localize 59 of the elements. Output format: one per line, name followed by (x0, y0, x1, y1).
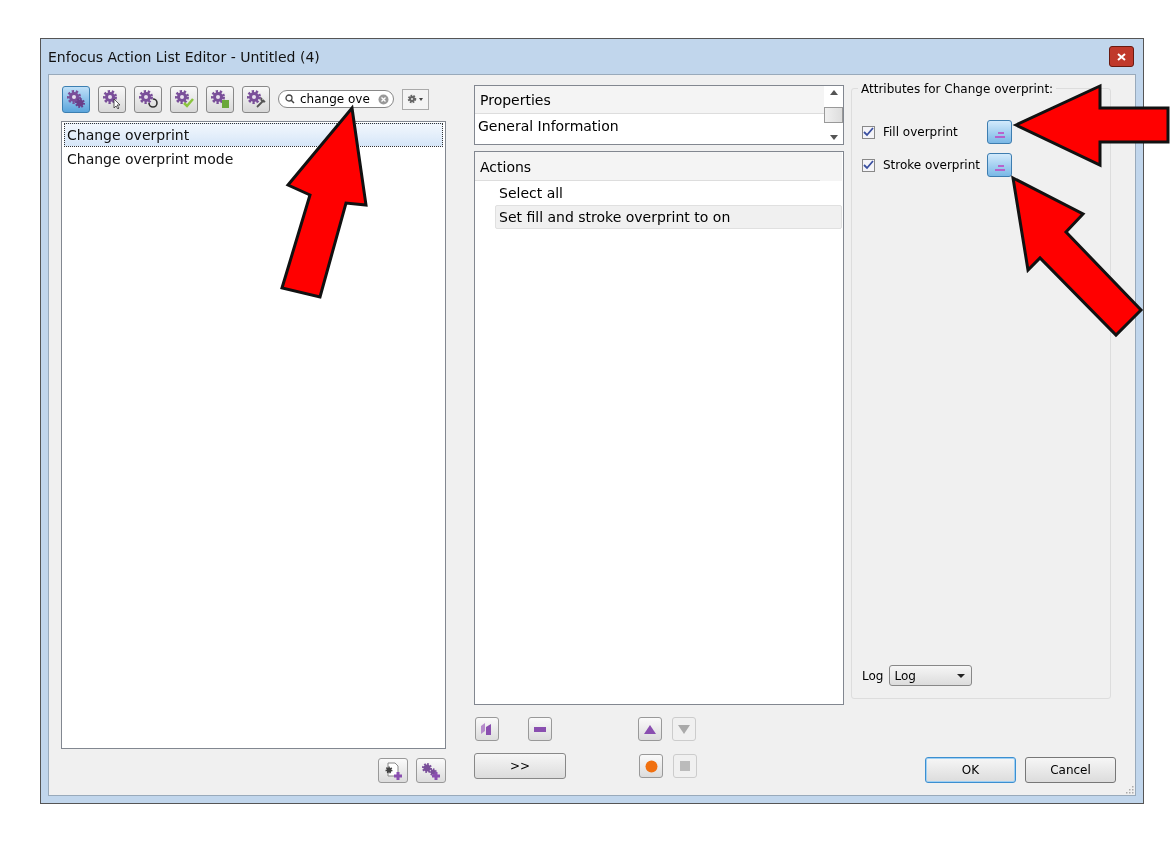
gears-plus-icon (421, 761, 441, 780)
transfer-button[interactable]: >> (474, 753, 566, 779)
property-item[interactable]: General Information (475, 114, 824, 140)
action-item[interactable]: Select all (495, 181, 842, 205)
search-field[interactable]: change ove (278, 90, 394, 108)
result-item[interactable]: Change overprint (64, 123, 443, 147)
clear-icon[interactable] (378, 93, 389, 105)
gears-icon (66, 89, 86, 109)
move-up-button[interactable] (638, 717, 662, 741)
gear-info-icon (210, 89, 230, 109)
duplicate-icon (480, 722, 494, 736)
record-button[interactable] (639, 754, 663, 778)
gear-check-icon (174, 89, 194, 109)
remove-button[interactable] (528, 717, 552, 741)
search-icon (285, 94, 295, 104)
gear-caret-icon (406, 94, 425, 104)
up-triangle-icon (644, 724, 656, 734)
checkbox[interactable] (862, 125, 875, 139)
gear-wrench-icon (246, 89, 266, 109)
attribute-button[interactable] (987, 120, 1012, 144)
close-button[interactable] (1109, 46, 1134, 67)
toolbar-button[interactable] (134, 85, 162, 113)
gear-cycle-icon (138, 89, 158, 109)
log-label: Log (862, 668, 884, 683)
scroll-up-icon[interactable] (829, 90, 838, 95)
down-triangle-icon (678, 724, 690, 734)
toolbar-button[interactable] (98, 85, 126, 113)
window-title: Enfocus Action List Editor - Untitled (4) (48, 48, 320, 65)
cancel-button[interactable]: Cancel (1025, 757, 1116, 783)
duplicate-button[interactable] (475, 717, 499, 741)
toolbar-button[interactable] (62, 85, 90, 113)
minus-icon (534, 726, 546, 732)
toolbar-button[interactable] (242, 85, 270, 113)
add-gears-button[interactable] (416, 758, 446, 783)
close-icon (1117, 52, 1126, 61)
properties-header[interactable]: Properties (475, 86, 824, 114)
new-document-button[interactable] (378, 758, 408, 783)
lines-icon (993, 132, 1006, 138)
attribute-button[interactable] (987, 153, 1012, 177)
gear-cursor-icon (102, 89, 122, 109)
lines-icon (993, 165, 1006, 171)
log-dropdown[interactable]: Log (889, 665, 973, 686)
checkbox-label: Fill overprint (883, 125, 959, 139)
resize-grip-icon[interactable] (1124, 784, 1134, 794)
action-item[interactable]: Set fill and stroke overprint to on (495, 205, 842, 229)
toolbar-button[interactable] (206, 85, 234, 113)
stop-square-icon (680, 761, 690, 771)
options-button[interactable] (402, 88, 429, 110)
result-item[interactable]: Change overprint mode (64, 147, 443, 171)
ok-button[interactable]: OK (925, 757, 1016, 783)
group-title: Attributes for Change overprint: (858, 82, 1057, 96)
record-icon (644, 759, 658, 773)
dropdown-caret-icon (957, 673, 966, 678)
checkbox-label: Stroke overprint (883, 158, 981, 172)
toolbar-button[interactable] (170, 85, 198, 113)
page-gear-plus-icon (383, 761, 403, 780)
checkbox[interactable] (862, 158, 875, 172)
scroll-thumb[interactable] (824, 107, 843, 123)
scroll-down-icon[interactable] (829, 135, 838, 140)
